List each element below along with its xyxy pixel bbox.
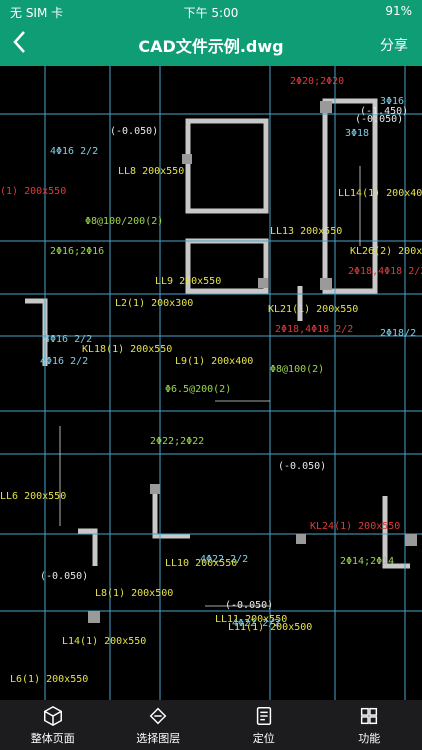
cad-label: L6(1) 200x550 — [10, 674, 89, 685]
cad-label: KL21(1) 200x550 — [268, 304, 359, 315]
tab-overview[interactable]: 整体页面 — [0, 700, 106, 750]
tab-locate-label: 定位 — [252, 731, 275, 745]
cad-drawing — [0, 66, 422, 700]
layers-icon — [149, 707, 167, 724]
cad-label: 3Φ16 — [380, 96, 405, 107]
cad-label: Φ8@100/200(2) — [85, 216, 164, 227]
cad-label: KL24(1) 200x550 — [310, 521, 401, 532]
cad-label: L9(1) 200x400 — [175, 356, 254, 367]
cad-label: Φ6.5@200(2) — [165, 384, 232, 395]
cad-label: (-1.450) — [360, 106, 409, 117]
cad-label: LL14(1) 200x400 — [338, 188, 422, 199]
cad-label: 2Φ22;2Φ22 — [150, 436, 205, 447]
cad-label: (-0.050) — [225, 600, 274, 611]
cad-label: L8(1) 200x500 — [95, 588, 174, 599]
tab-bar: 整体页面 选择图层 定位 功能 — [0, 700, 422, 750]
cad-label: 4Φ22 2/2 — [232, 618, 281, 629]
cad-label: L2(1) 200x300 — [115, 298, 194, 309]
cad-label: LL9 200x550 — [155, 276, 222, 287]
page-title: CAD文件示例.dwg — [138, 37, 284, 56]
cad-label: (-0.050) — [40, 571, 89, 582]
share-button[interactable]: 分享 — [380, 35, 408, 55]
cad-label: LL6 200x550 — [0, 491, 67, 502]
nav-bar: CAD文件示例.dwg 分享 — [0, 22, 422, 66]
cube-icon — [43, 705, 62, 726]
cad-label: 2Φ18/2 — [380, 328, 417, 339]
beam-lines — [0, 66, 422, 700]
cad-label: (1) 200x550 — [0, 186, 67, 197]
tab-select-layer[interactable]: 选择图层 — [106, 700, 212, 750]
cad-label: 4Φ22 2/2 — [200, 554, 249, 565]
tab-locate[interactable]: 定位 — [211, 700, 317, 750]
tab-select-layer-label: 选择图层 — [136, 731, 181, 745]
cad-label: 2Φ18,4Φ18 2/2 — [275, 324, 354, 335]
battery-label: 91% — [385, 4, 412, 18]
tab-overview-label: 整体页面 — [30, 731, 75, 745]
cad-label: 3Φ18 — [345, 128, 370, 139]
cad-label: (-0.050) — [278, 461, 327, 472]
cad-label: 2Φ20;2Φ20 — [290, 76, 345, 87]
status-bar: 无 SIM 卡 下午 5:00 91% — [0, 0, 422, 22]
cad-label: L14(1) 200x550 — [62, 636, 147, 647]
tab-functions[interactable]: 功能 — [317, 700, 422, 750]
tab-functions-label: 功能 — [358, 731, 381, 745]
cad-label: KL18(1) 200x550 — [82, 344, 173, 355]
cad-label: KL26(2) 200x550 — [350, 246, 422, 257]
cad-label: 2Φ18,4Φ18 2/2 — [348, 266, 422, 277]
cad-label: 4Φ16 2/2 — [40, 356, 89, 367]
cad-label: 2Φ16;2Φ16 — [50, 246, 105, 257]
cad-label: 4Φ16 2/2 — [50, 146, 99, 157]
cad-label: 4Φ16 2/2 — [44, 334, 93, 345]
cad-label: LL13 200x550 — [270, 226, 343, 237]
grid-icon — [361, 707, 378, 724]
document-icon — [256, 706, 271, 725]
cad-drawing-canvas[interactable]: LL8 200x550 LL9 200x550 LL13 200x550 LL10 2… — [0, 66, 422, 700]
cad-label: LL8 200x550 — [118, 166, 185, 177]
cad-label: 2Φ14;2Φ14 — [340, 556, 395, 567]
cad-label: (-0.050) — [110, 126, 159, 137]
cad-label: Φ8@100(2) — [270, 364, 325, 375]
clock: 下午 5:00 — [183, 6, 239, 20]
